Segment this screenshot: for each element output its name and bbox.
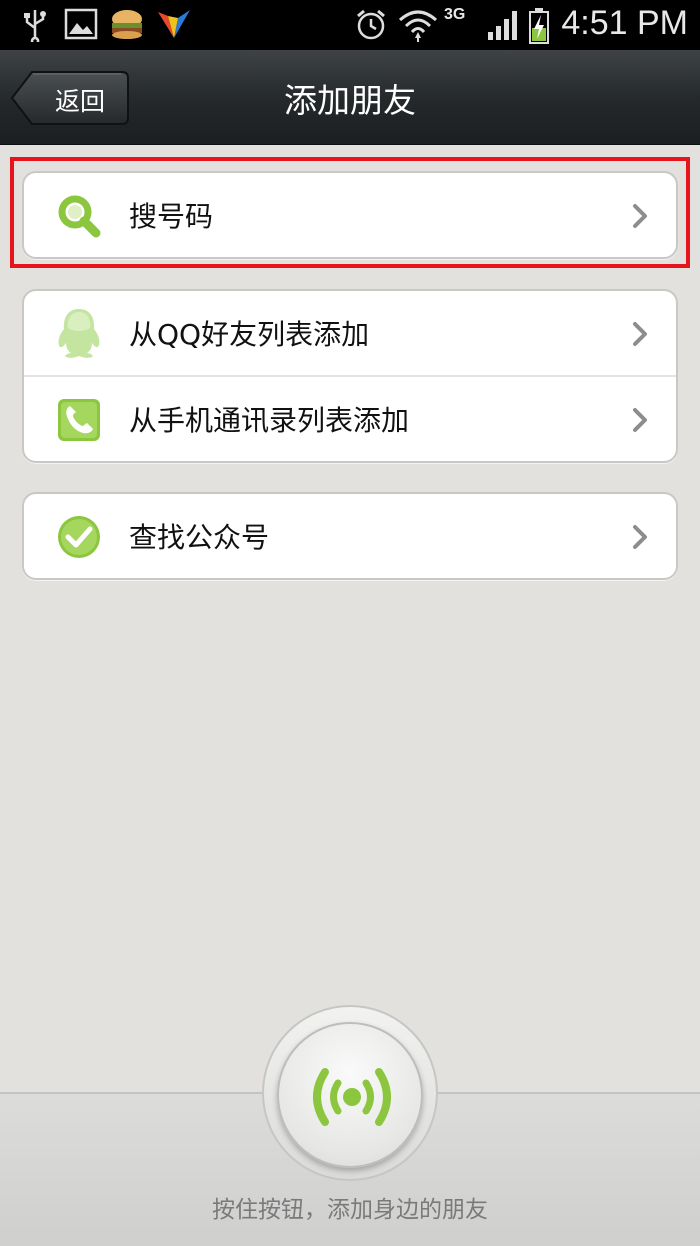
list-item-label: 查找公众号: [129, 521, 270, 554]
wifi-icon: [398, 8, 438, 46]
list-item-search-number[interactable]: 搜号码: [24, 173, 676, 257]
qq-penguin-icon: [56, 307, 102, 358]
radar-hint-text: 按住按钮，添加身边的朋友: [212, 1197, 488, 1223]
list-item-label: 从手机通讯录列表添加: [129, 404, 410, 437]
title-bar: 返回 添加朋友: [0, 50, 700, 145]
list-item-qq-friends[interactable]: 从QQ好友列表添加: [24, 291, 676, 377]
page-title: 添加朋友: [284, 81, 416, 120]
list-item-label: 搜号码: [129, 200, 214, 233]
chevron-right-icon: [632, 407, 648, 437]
radar-broadcast-icon: [313, 1068, 391, 1126]
chevron-right-icon: [632, 524, 648, 554]
chevron-right-icon: [632, 203, 648, 233]
phone-contacts-icon: [56, 397, 102, 443]
list-item-find-public-account[interactable]: 查找公众号: [24, 494, 676, 578]
battery-charging-icon: [528, 8, 550, 48]
card-public-accounts: 查找公众号: [22, 492, 678, 580]
bird-app-icon: [156, 8, 192, 46]
status-bar: 3G 4:51 PM: [0, 0, 700, 50]
list-item-phone-contacts[interactable]: 从手机通讯录列表添加: [24, 377, 676, 461]
image-icon: [64, 8, 98, 44]
clock: 4:51 PM: [561, 4, 688, 42]
radar-button[interactable]: [277, 1022, 423, 1168]
card-search: 搜号码: [22, 171, 678, 259]
check-badge-icon: [56, 514, 102, 560]
burger-app-icon: [110, 8, 144, 44]
chevron-right-icon: [632, 321, 648, 351]
alarm-icon: [354, 8, 388, 46]
signal-icon: [486, 8, 520, 46]
card-import: 从QQ好友列表添加 从手机通讯录列表添加: [22, 289, 678, 463]
search-icon: [56, 193, 102, 239]
network-type: 3G: [444, 6, 466, 23]
list-item-label: 从QQ好友列表添加: [129, 318, 370, 351]
usb-icon: [22, 8, 48, 46]
